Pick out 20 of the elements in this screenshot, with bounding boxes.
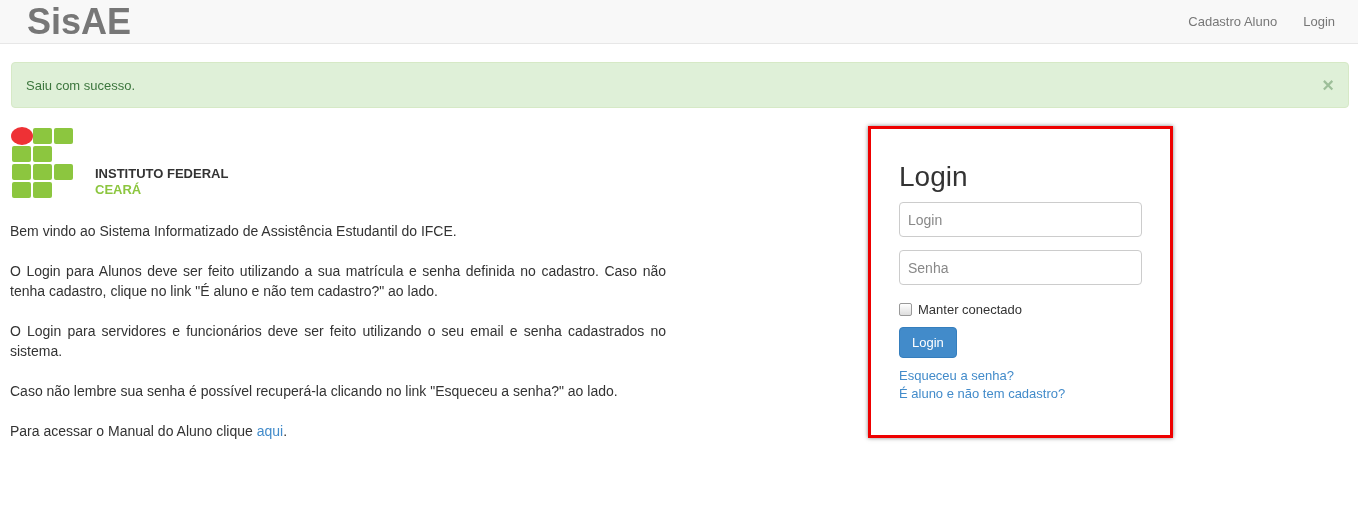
panel-title: Login [899,160,969,194]
nav-link[interactable]: Cadastro Aluno [1173,11,1289,32]
logo-icon [11,127,75,199]
checkbox[interactable] [899,303,912,316]
paragraph: O Login para Alunos deve ser feito utilizando a sua matrícula e senha definida no cadastro. Caso não tenha cadastro, clique no link "É aluno e não tem cadastro?" ao lado. [10,262,666,301]
checkbox-label: Manter conectado [918,302,1023,317]
text-link[interactable]: É aluno e não tem cadastro? [899,385,1066,403]
nav-link[interactable]: Login [1288,11,1346,32]
brand-link[interactable]: SisAE [12,3,143,40]
password-field[interactable]: Senha [899,250,1142,285]
login-button[interactable]: Login [899,327,957,358]
paragraph: O Login para servidores e funcionários deve ser feito utilizando o seu email e senha cadastrados no sistema. [10,322,666,361]
paragraph: Bem vindo ao Sistema Informatizado de Assistência Estudantil do IFCE. [10,222,458,241]
text-link[interactable]: Esqueceu a senha? [899,367,1014,385]
alert-message: Saiu com sucesso. [26,77,136,93]
logo-subtext: CEARÁ [95,182,143,198]
paragraph: Para acessar o Manual do Aluno clique aqui. [10,422,289,441]
login-field[interactable]: Login [899,202,1142,237]
logo-text: INSTITUTO FEDERAL [95,166,229,182]
paragraph: Caso não lembre sua senha é possível recuperá-la clicando no link "Esqueceu a senha?" ao lado. [10,382,619,401]
